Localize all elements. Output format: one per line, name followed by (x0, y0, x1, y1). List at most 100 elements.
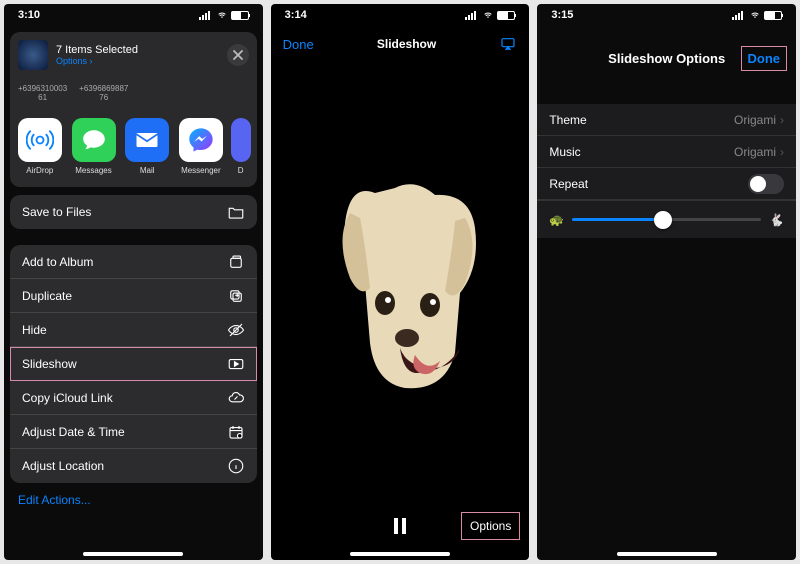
wifi-icon (216, 11, 228, 20)
music-value: Origami (734, 145, 776, 159)
home-indicator[interactable] (617, 552, 717, 556)
status-bar: 3:15 (537, 4, 796, 26)
app-messenger[interactable]: Messenger (177, 118, 225, 175)
app-label: Messenger (177, 166, 225, 175)
partial-app-icon (231, 118, 251, 162)
cellular-icon (199, 11, 213, 20)
speed-slider-row: 🐢 🐇 (537, 200, 796, 238)
action-label: Slideshow (22, 357, 77, 371)
cloud-link-icon (227, 389, 245, 407)
action-label: Copy iCloud Link (22, 391, 113, 405)
actions-list: Add to Album Duplicate Hide Slideshow Co… (10, 245, 257, 483)
contact-item[interactable]: +6396869887 76 (79, 84, 128, 102)
calendar-icon (227, 423, 245, 441)
app-mail[interactable]: Mail (123, 118, 171, 175)
music-label: Music (549, 145, 580, 159)
share-sheet-screen: 3:10 7 Items Selected Options › +6396310… (4, 4, 263, 560)
slideshow-screen: 3:14 Done Slideshow Options (271, 4, 530, 560)
battery-icon (497, 11, 515, 20)
recent-contacts: +6396310003 61 +6396869887 76 (10, 78, 257, 108)
share-apps-row[interactable]: AirDrop Messages Mail Messenger D (10, 108, 257, 187)
app-messages[interactable]: Messages (70, 118, 118, 175)
theme-row[interactable]: Theme Origami› (537, 104, 796, 136)
options-link[interactable]: Options › (56, 56, 219, 66)
close-icon (233, 50, 243, 60)
battery-icon (231, 11, 249, 20)
airdrop-icon (18, 118, 62, 162)
pause-button[interactable] (394, 518, 406, 534)
nav-title: Slideshow (377, 37, 436, 51)
action-label: Save to Files (22, 205, 91, 219)
action-label: Hide (22, 323, 47, 337)
wifi-icon (749, 11, 761, 20)
slideshow-options-screen: 3:15 Slideshow Options Done Theme Origam… (537, 4, 796, 560)
messages-icon (72, 118, 116, 162)
selection-title: 7 Items Selected (56, 44, 219, 56)
share-header: 7 Items Selected Options › (10, 32, 257, 78)
hide-button[interactable]: Hide (10, 313, 257, 347)
repeat-label: Repeat (549, 177, 588, 191)
app-label: AirDrop (16, 166, 64, 175)
repeat-row: Repeat (537, 168, 796, 200)
save-to-files-button[interactable]: Save to Files (10, 195, 257, 229)
options-nav: Slideshow Options Done (537, 38, 796, 78)
contact-sub: 76 (79, 93, 128, 102)
battery-icon (764, 11, 782, 20)
app-partial[interactable]: D (231, 118, 251, 175)
cellular-icon (465, 11, 479, 20)
options-list: Theme Origami› Music Origami› Repeat 🐢 🐇 (537, 104, 796, 238)
clock: 3:15 (551, 9, 573, 21)
app-airdrop[interactable]: AirDrop (16, 118, 64, 175)
nav-title: Slideshow Options (608, 51, 725, 66)
album-icon (227, 253, 245, 271)
playback-controls: Options (271, 504, 530, 548)
speed-slider[interactable] (572, 218, 761, 221)
copy-icloud-link-button[interactable]: Copy iCloud Link (10, 381, 257, 415)
app-label: Mail (123, 166, 171, 175)
action-label: Adjust Location (22, 459, 104, 473)
theme-value: Origami (734, 113, 776, 127)
repeat-toggle[interactable] (748, 174, 784, 194)
slide-area[interactable] (271, 62, 530, 504)
edit-actions-link[interactable]: Edit Actions... (4, 483, 263, 517)
home-indicator[interactable] (83, 552, 183, 556)
done-button[interactable]: Done (742, 47, 787, 70)
airplay-icon[interactable] (499, 36, 517, 52)
status-indicators (465, 11, 515, 20)
status-bar: 3:10 (4, 4, 263, 26)
eye-slash-icon (227, 321, 245, 339)
turtle-icon: 🐢 (549, 213, 564, 227)
action-label: Duplicate (22, 289, 72, 303)
close-button[interactable] (227, 44, 249, 66)
home-indicator[interactable] (350, 552, 450, 556)
clock: 3:14 (285, 9, 307, 21)
slideshow-nav: Done Slideshow (271, 26, 530, 62)
contact-number: +6396869887 (79, 84, 128, 93)
action-label: Add to Album (22, 255, 93, 269)
play-rect-icon (227, 355, 245, 373)
app-label: Messages (70, 166, 118, 175)
chevron-right-icon: › (780, 113, 784, 127)
app-label: D (231, 166, 251, 175)
wifi-icon (482, 11, 494, 20)
duplicate-button[interactable]: Duplicate (10, 279, 257, 313)
status-indicators (732, 11, 782, 20)
music-row[interactable]: Music Origami › (537, 136, 796, 168)
contact-number: +6396310003 (18, 84, 67, 93)
chevron-right-icon: › (780, 145, 784, 159)
slide-image-dog (315, 173, 485, 393)
cellular-icon (732, 11, 746, 20)
selection-thumbnail (18, 40, 48, 70)
contact-item[interactable]: +6396310003 61 (18, 84, 67, 102)
adjust-date-time-button[interactable]: Adjust Date & Time (10, 415, 257, 449)
add-to-album-button[interactable]: Add to Album (10, 245, 257, 279)
status-indicators (199, 11, 249, 20)
mail-icon (125, 118, 169, 162)
adjust-location-button[interactable]: Adjust Location (10, 449, 257, 483)
slideshow-button[interactable]: Slideshow (10, 347, 257, 381)
clock: 3:10 (18, 9, 40, 21)
duplicate-icon (227, 287, 245, 305)
info-icon (227, 457, 245, 475)
done-button[interactable]: Done (283, 37, 314, 52)
options-button[interactable]: Options (462, 513, 519, 539)
